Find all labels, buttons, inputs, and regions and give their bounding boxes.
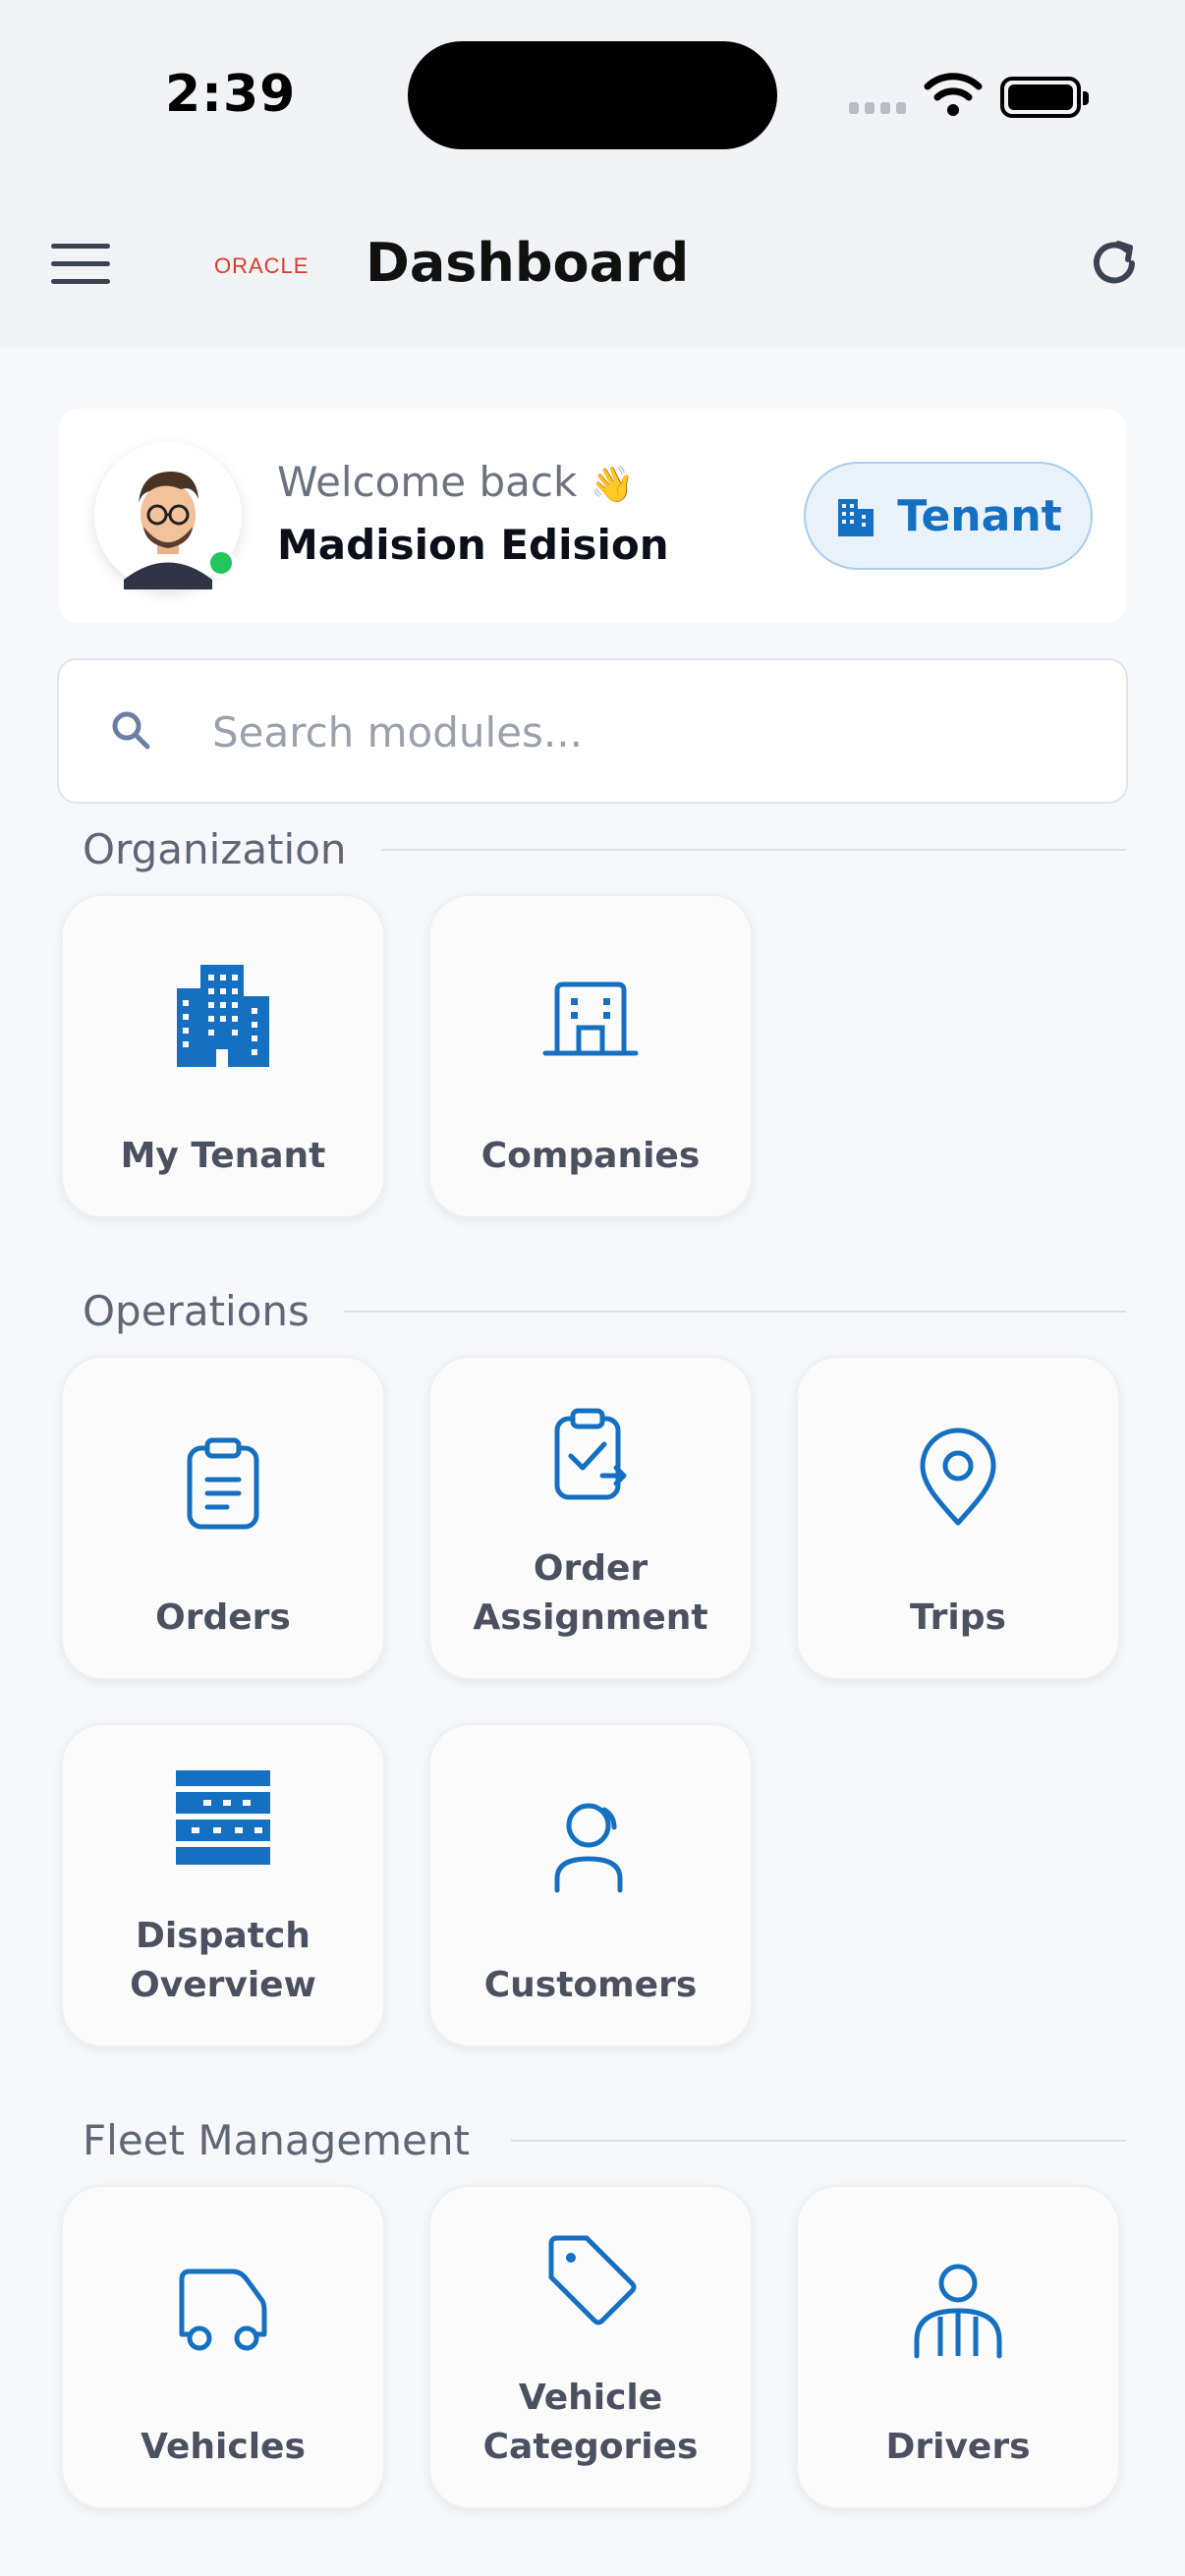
module-label: Trips [910, 1597, 1006, 1638]
status-bar: 2:39 [0, 0, 1185, 177]
building-icon [838, 499, 875, 536]
module-label: My Tenant [120, 1136, 326, 1176]
user-icon [554, 1803, 623, 1893]
company-building-icon [542, 981, 639, 1056]
dynamic-island [408, 41, 777, 149]
welcome-greeting: Welcome back [277, 458, 578, 506]
module-tile-vehicle-categories[interactable]: Vehicle Categories [428, 2185, 753, 2509]
clipboard-icon [187, 1437, 259, 1530]
map-pin-icon [920, 1428, 996, 1526]
module-label: Vehicles [141, 2427, 306, 2467]
module-label: Drivers [885, 2427, 1031, 2467]
module-label: Orders [155, 1597, 291, 1638]
tag-icon [548, 2235, 637, 2325]
welcome-label: Welcome back 👋 [277, 458, 634, 506]
module-tile-my-tenant[interactable]: My Tenant [61, 894, 385, 1218]
app-header: ORACLE Dashboard [0, 177, 1185, 349]
buildings-icon [177, 965, 269, 1067]
search-input[interactable] [212, 688, 1097, 776]
module-tile-orders[interactable]: Orders [61, 1356, 385, 1680]
section-divider [381, 849, 1126, 851]
module-label: Dispatch Overview [130, 1916, 316, 2005]
welcome-card: Welcome back 👋 Madision Edision Tenant [59, 409, 1126, 623]
module-tile-drivers[interactable]: Drivers [796, 2185, 1120, 2509]
section-divider [511, 2140, 1126, 2142]
user-name: Madision Edision [277, 521, 669, 569]
section-title-organization: Organization [83, 825, 347, 873]
battery-icon [1000, 77, 1089, 118]
module-tile-vehicles[interactable]: Vehicles [61, 2185, 385, 2509]
module-tile-dispatch-overview[interactable]: Dispatch Overview [61, 1723, 385, 2047]
module-label: Vehicle Categories [482, 2378, 699, 2467]
module-tile-trips[interactable]: Trips [796, 1356, 1120, 1680]
module-label: Companies [480, 1136, 701, 1176]
module-tile-companies[interactable]: Companies [428, 894, 753, 1218]
tenant-role-button[interactable]: Tenant [804, 462, 1093, 570]
wifi-icon [924, 73, 983, 116]
page-title: Dashboard [366, 232, 690, 294]
hamburger-menu-icon[interactable] [51, 244, 110, 287]
dashboard-screen: 2:39 ORACLE Dashboard Welcome back 👋 Mad… [0, 0, 1185, 2576]
cellular-signal-icon [849, 102, 908, 116]
module-tile-customers[interactable]: Customers [428, 1723, 753, 2047]
driver-icon [914, 2264, 1002, 2359]
status-time: 2:39 [165, 65, 297, 124]
wave-emoji-icon: 👋 [590, 465, 635, 505]
refresh-icon[interactable] [1085, 234, 1144, 293]
section-title-operations: Operations [83, 1287, 310, 1335]
module-label: Customers [483, 1965, 698, 2005]
truck-icon [179, 2268, 267, 2351]
section-title-fleet-management: Fleet Management [83, 2116, 470, 2164]
tenant-role-label: Tenant [897, 490, 1062, 541]
online-status-dot [206, 548, 236, 578]
module-label: Order Assignment [473, 1548, 708, 1638]
section-divider [344, 1311, 1126, 1313]
module-tile-order-assignment[interactable]: Order Assignment [428, 1356, 753, 1680]
oracle-logo: ORACLE [214, 253, 310, 278]
brick-grid-icon [176, 1770, 270, 1865]
clipboard-check-icon [554, 1408, 627, 1500]
search-icon [112, 711, 150, 750]
